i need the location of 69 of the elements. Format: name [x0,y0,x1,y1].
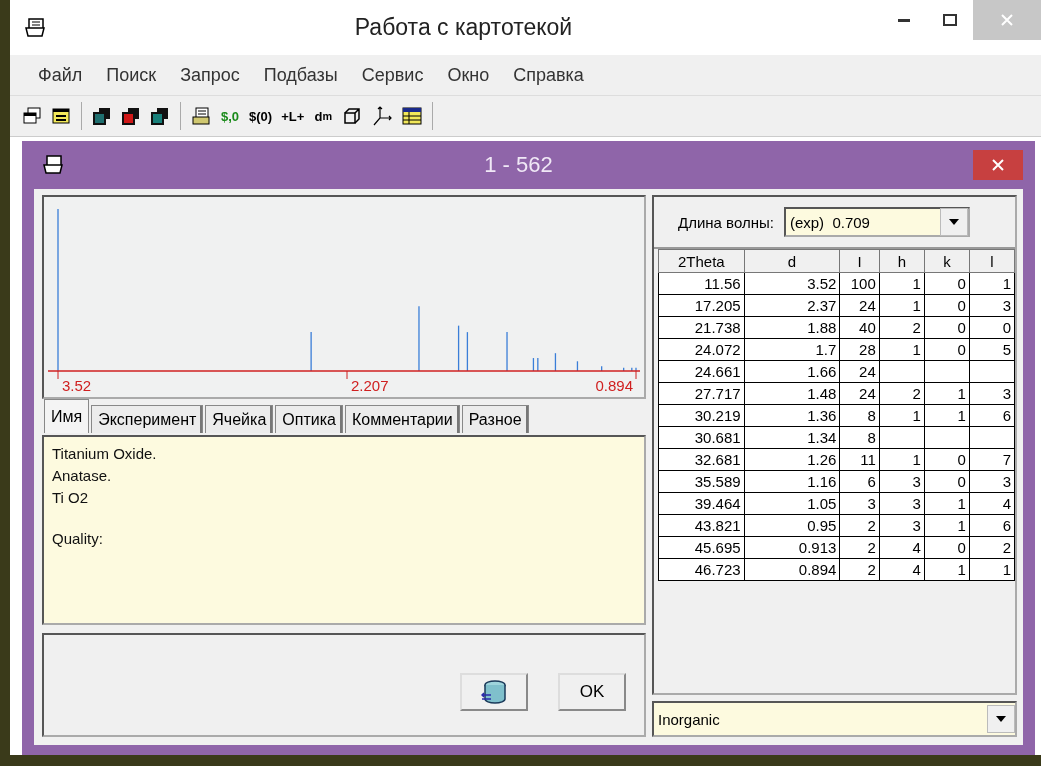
table-cell: 27.717 [658,382,745,405]
toolbar-button[interactable] [402,104,423,128]
wavelength-dropdown[interactable]: (exp) 0.709 [783,207,970,237]
database-dropdown[interactable]: Inorganic [652,701,1017,737]
menu-item[interactable]: Файл [26,64,95,86]
close-icon [992,159,1004,171]
ok-button[interactable]: OK [558,673,626,711]
table-icon [402,107,423,125]
window-title: 1 - 562 [483,152,554,178]
column-header[interactable]: 2Theta [658,249,745,273]
table-cell: 30.219 [658,404,745,427]
window-title: Работа с картотекой [353,14,574,41]
table-cell: 35.589 [658,470,745,493]
info-line: Ti O2 [52,488,90,508]
menu-item[interactable]: Подбазы [251,64,350,86]
tab[interactable]: Комментарии [344,405,460,433]
close-icon [1001,14,1013,26]
app-icon [42,155,64,175]
menu-item[interactable]: Справка [501,64,596,86]
table-cell: 46.723 [658,558,745,581]
info-line: Quality: [52,529,104,549]
tab[interactable]: Имя [44,399,90,433]
toolbar-button[interactable]: $(0) [249,104,273,128]
table-cell: 30.681 [658,426,745,449]
info-line: Titanium Oxide. [52,444,158,464]
tab[interactable]: Эксперимент [91,405,204,433]
axis-tick-label: 3.52 [62,377,92,394]
menu-item[interactable]: Запрос [168,64,252,86]
column-header[interactable]: d [744,249,840,273]
tab[interactable]: Разное [461,405,529,433]
windows-icon [23,107,41,125]
toolbar-button[interactable] [371,104,394,128]
minimize-icon [898,18,910,22]
dropdown-arrow-icon [948,219,959,225]
column-header[interactable]: k [924,249,970,273]
table-cell: 17.205 [658,294,745,317]
app-icon [24,17,46,38]
menu-item[interactable]: Поиск [94,64,169,86]
database-icon [481,679,507,705]
axis-tick-label: 2.207 [351,377,389,394]
column-header[interactable]: l [969,249,1015,273]
printer-icon [192,107,210,125]
tab[interactable]: Оптика [275,405,343,433]
close-button[interactable] [973,150,1023,180]
menu-item[interactable]: Сервис [349,64,436,86]
table-cell: 21.738 [658,316,745,339]
database-button[interactable] [460,673,528,711]
column-header[interactable]: I [839,249,880,273]
wavelength-label: Длина волны: [678,213,774,231]
tab[interactable]: Ячейка [205,405,274,433]
table-cell: 11.56 [658,272,745,295]
cube-icon [343,107,362,125]
maximize-icon [943,14,957,26]
table-cell: 39.464 [658,492,745,515]
toolbar-button[interactable]: +L+ [281,104,305,128]
toolbar-button[interactable]: $,0 [220,104,240,128]
axes-icon [371,104,394,128]
table-cell: 32.681 [658,448,745,471]
table-cell: 45.695 [658,536,745,559]
toolbar-button[interactable] [191,104,211,128]
column-header[interactable]: h [879,249,925,273]
form-icon [52,108,70,124]
table-cell: 24.661 [658,360,745,383]
table-cell: 24.072 [658,338,745,361]
table-cell: 43.821 [658,514,745,537]
axis-tick-label: 0.894 [595,377,633,394]
info-line: Anatase. [52,466,113,486]
dropdown-arrow-icon [996,716,1006,722]
menu-item[interactable]: Окно [435,64,502,86]
